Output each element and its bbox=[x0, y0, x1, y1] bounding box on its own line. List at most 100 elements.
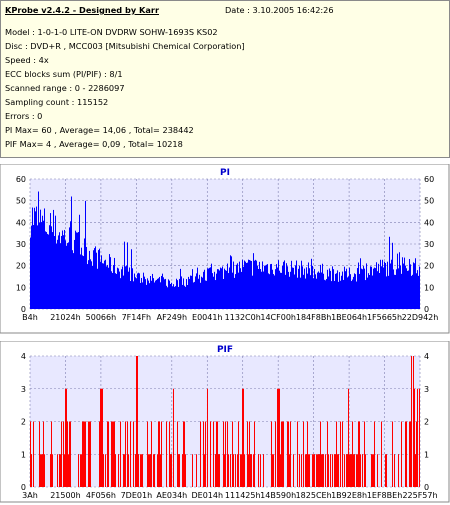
pi-bar bbox=[355, 274, 356, 309]
pif-bar bbox=[196, 454, 197, 487]
pi-bar bbox=[53, 209, 54, 309]
pi-bar bbox=[281, 272, 282, 309]
pi-bar bbox=[195, 276, 196, 309]
pif-bar bbox=[102, 388, 103, 487]
pif-bar bbox=[218, 454, 219, 487]
pi-bar bbox=[33, 225, 34, 309]
pif-bar bbox=[85, 421, 86, 487]
pif-bar bbox=[138, 454, 139, 487]
pi-bar bbox=[49, 225, 50, 309]
pi-bar bbox=[356, 281, 357, 309]
pi-bar bbox=[106, 266, 107, 309]
pi-bar bbox=[387, 261, 388, 309]
pi-bar bbox=[52, 232, 53, 309]
pi-bar bbox=[118, 268, 119, 309]
pi-bar bbox=[101, 255, 102, 309]
pif-bar bbox=[205, 421, 206, 487]
pi-bar bbox=[184, 285, 185, 309]
pif-bar bbox=[33, 421, 34, 487]
pif-bar bbox=[301, 454, 302, 487]
pi-bar bbox=[304, 268, 305, 309]
pi-bar bbox=[352, 279, 353, 309]
pif-bar bbox=[103, 454, 104, 487]
pi-bar bbox=[263, 271, 264, 309]
pi-bar bbox=[43, 220, 44, 309]
pi-bar bbox=[217, 269, 218, 309]
pi-bar bbox=[201, 276, 202, 309]
pif-bar bbox=[177, 421, 178, 487]
pi-bar bbox=[260, 269, 261, 309]
pi-bar bbox=[269, 274, 270, 309]
pif-bar bbox=[149, 454, 150, 487]
pi-bar bbox=[147, 278, 148, 309]
pi-bar bbox=[133, 281, 134, 309]
pi-bar bbox=[206, 280, 207, 309]
pif-bar bbox=[154, 454, 155, 487]
pi-x-tick: 1132C0h bbox=[225, 313, 261, 322]
pi-bar bbox=[143, 272, 144, 309]
pif-bar bbox=[136, 356, 137, 487]
pif-bar bbox=[41, 454, 42, 487]
pi-bar bbox=[186, 279, 187, 309]
pi-bar bbox=[63, 235, 64, 309]
pi-bar bbox=[207, 268, 208, 309]
pi-bar bbox=[71, 196, 72, 309]
pi-bar bbox=[108, 267, 109, 309]
pi-bar bbox=[261, 271, 262, 309]
pif-bar bbox=[111, 421, 112, 487]
pi-bar bbox=[339, 272, 340, 309]
pif-x-tick: 1B92E8h bbox=[331, 491, 367, 500]
pi-bar bbox=[54, 236, 55, 309]
pi-bar bbox=[407, 270, 408, 309]
pi-x-tick: E0041h bbox=[192, 313, 222, 322]
pi-x-tick: B4h bbox=[22, 313, 38, 322]
pif-bar bbox=[31, 454, 32, 487]
pif-chart-title: PIF bbox=[217, 345, 233, 355]
pif-bar bbox=[161, 421, 162, 487]
pif-bar bbox=[247, 421, 248, 487]
pi-bar bbox=[75, 230, 76, 309]
pi-bar bbox=[39, 222, 40, 309]
pi-bar bbox=[314, 269, 315, 309]
pif-bar bbox=[414, 388, 415, 487]
pif-x-tick: DE014h bbox=[191, 491, 223, 500]
pi-bar bbox=[270, 264, 271, 309]
pi-bar bbox=[389, 236, 390, 309]
pi-bar bbox=[266, 264, 267, 309]
pif-bar bbox=[305, 454, 306, 487]
pi-bar bbox=[134, 273, 135, 309]
pif-bar bbox=[328, 454, 329, 487]
pi-bar bbox=[177, 280, 178, 309]
pi-bar bbox=[320, 264, 321, 309]
pi-bar bbox=[136, 278, 137, 309]
pi-bar bbox=[259, 261, 260, 309]
pif-bar bbox=[290, 421, 291, 487]
sampling-line: Sampling count : 115152 bbox=[5, 97, 109, 107]
pif-bar bbox=[279, 388, 280, 487]
pif-bar bbox=[281, 421, 282, 487]
pi-bar bbox=[397, 253, 398, 309]
pif-bar bbox=[120, 421, 121, 487]
pi-bar bbox=[114, 257, 115, 309]
pi-bar bbox=[126, 265, 127, 309]
pi-bar bbox=[378, 263, 379, 309]
pi-bar bbox=[297, 277, 298, 309]
ecc-line: ECC blocks sum (PI/PIF) : 8/1 bbox=[5, 69, 123, 79]
pi-bar bbox=[235, 274, 236, 309]
pi-bar bbox=[149, 283, 150, 309]
pi-bar bbox=[208, 268, 209, 309]
pif-bar bbox=[52, 454, 53, 487]
pi-bar bbox=[40, 209, 41, 309]
errors-line: Errors : 0 bbox=[5, 111, 43, 121]
pi-summary-line: PI Max= 60 , Average= 14,06 , Total= 238… bbox=[5, 125, 194, 135]
pif-bar bbox=[271, 421, 272, 487]
pi-bar bbox=[110, 257, 111, 309]
pi-bar bbox=[128, 271, 129, 309]
pif-x-tick: 7DE01h bbox=[121, 491, 153, 500]
pif-bar bbox=[314, 454, 315, 487]
pi-bar bbox=[146, 284, 147, 309]
pif-bar bbox=[337, 454, 338, 487]
pi-bar bbox=[160, 282, 161, 309]
pi-bar bbox=[76, 232, 77, 309]
pif-bar bbox=[159, 421, 160, 487]
